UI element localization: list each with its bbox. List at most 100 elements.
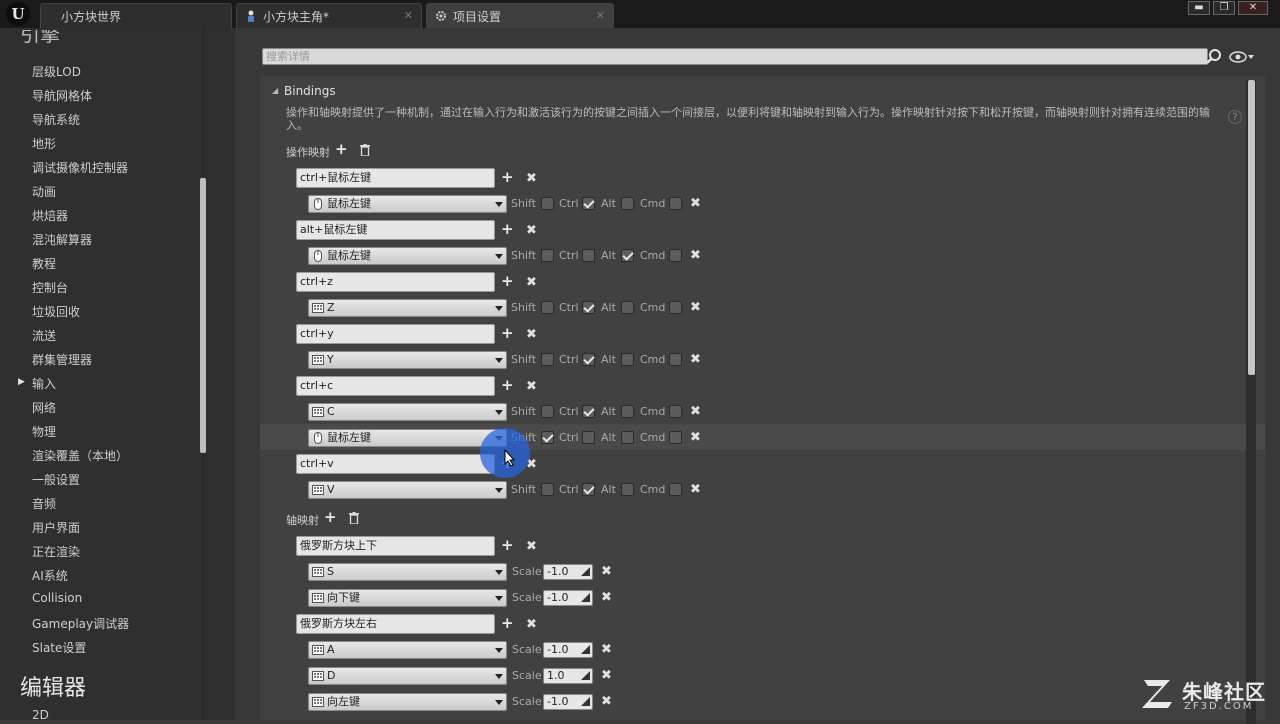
minimize-button[interactable]: ▬ xyxy=(1188,1,1210,15)
action-name-input[interactable]: ctrl+c xyxy=(296,376,495,396)
remove-action-button[interactable]: ✖ xyxy=(526,276,537,289)
tab-project-settings[interactable]: 项目设置 ✕ xyxy=(426,3,614,28)
remove-key-button[interactable]: ✖ xyxy=(690,249,701,262)
sidebar-item[interactable]: 一般设置 xyxy=(32,471,80,488)
shift-checkbox[interactable] xyxy=(541,353,554,366)
sidebar-item[interactable]: 垃圾回收 xyxy=(32,303,80,320)
cmd-checkbox[interactable] xyxy=(669,353,682,366)
search-details-input[interactable]: 搜索详情 xyxy=(262,48,1208,65)
sidebar-item[interactable]: 教程 xyxy=(32,255,56,272)
sidebar-item[interactable]: 混沌解算器 xyxy=(32,231,92,248)
cmd-checkbox[interactable] xyxy=(669,197,682,210)
alt-checkbox[interactable] xyxy=(621,197,634,210)
shift-checkbox[interactable] xyxy=(541,301,554,314)
action-name-input[interactable]: ctrl+v xyxy=(296,454,495,474)
key-selector[interactable]: C xyxy=(308,403,507,421)
sidebar-item[interactable]: Slate设置 xyxy=(32,639,86,656)
key-selector[interactable]: S xyxy=(308,563,507,581)
add-key-button[interactable]: + xyxy=(501,222,514,237)
sidebar-scrollbar[interactable] xyxy=(200,178,206,453)
remove-key-button[interactable]: ✖ xyxy=(601,591,612,604)
unreal-logo-icon[interactable]: U xyxy=(6,2,30,26)
sidebar-item[interactable]: 输入 xyxy=(32,375,56,392)
scale-input[interactable]: -1.0 xyxy=(543,564,593,580)
remove-action-button[interactable]: ✖ xyxy=(526,380,537,393)
ctrl-checkbox[interactable] xyxy=(582,353,595,366)
alt-checkbox[interactable] xyxy=(621,431,634,444)
remove-key-button[interactable]: ✖ xyxy=(601,669,612,682)
sidebar-item[interactable]: 音频 xyxy=(32,495,56,512)
scale-input[interactable]: -1.0 xyxy=(543,694,593,710)
add-action-mapping-button[interactable]: + xyxy=(335,142,348,157)
key-selector[interactable]: 向下键 xyxy=(308,589,507,607)
sidebar-item[interactable]: 渲染覆盖（本地） xyxy=(32,447,128,464)
alt-checkbox[interactable] xyxy=(621,353,634,366)
remove-action-button[interactable]: ✖ xyxy=(526,172,537,185)
shift-checkbox[interactable] xyxy=(541,431,554,444)
scale-input[interactable]: -1.0 xyxy=(543,642,593,658)
remove-action-button[interactable]: ✖ xyxy=(526,224,537,237)
sidebar-item[interactable]: 调试摄像机控制器 xyxy=(32,159,128,176)
sidebar-item[interactable]: 导航网格体 xyxy=(32,87,92,104)
sidebar-item[interactable]: 控制台 xyxy=(32,279,68,296)
remove-key-button[interactable]: ✖ xyxy=(690,197,701,210)
action-name-input[interactable]: ctrl+z xyxy=(296,272,495,292)
cmd-checkbox[interactable] xyxy=(669,405,682,418)
shift-checkbox[interactable] xyxy=(541,249,554,262)
key-selector[interactable]: D xyxy=(308,667,507,685)
maximize-button[interactable]: ❐ xyxy=(1213,1,1235,15)
sidebar-item[interactable]: 导航系统 xyxy=(32,111,80,128)
sidebar-item[interactable]: Gameplay调试器 xyxy=(32,615,129,632)
sidebar-item[interactable]: 动画 xyxy=(32,183,56,200)
tab-level[interactable]: 小方块世界 xyxy=(40,3,232,28)
action-name-input[interactable]: alt+鼠标左键 xyxy=(296,220,495,240)
close-icon[interactable]: ✕ xyxy=(596,9,605,22)
scale-input[interactable]: -1.0 xyxy=(543,590,593,606)
ctrl-checkbox[interactable] xyxy=(582,197,595,210)
shift-checkbox[interactable] xyxy=(541,483,554,496)
add-key-button[interactable]: + xyxy=(501,326,514,341)
trash-icon[interactable] xyxy=(349,512,359,524)
key-selector[interactable]: 鼠标左键 xyxy=(308,247,507,265)
remove-key-button[interactable]: ✖ xyxy=(690,353,701,366)
ctrl-checkbox[interactable] xyxy=(582,249,595,262)
sidebar-item[interactable]: 物理 xyxy=(32,423,56,440)
axis-name-input[interactable]: 俄罗斯方块左右 xyxy=(296,614,495,634)
remove-key-button[interactable]: ✖ xyxy=(601,643,612,656)
trash-icon[interactable] xyxy=(360,144,370,156)
sidebar-item[interactable]: 群集管理器 xyxy=(32,351,92,368)
details-scrollbar[interactable] xyxy=(1248,80,1255,375)
alt-checkbox[interactable] xyxy=(621,249,634,262)
alt-checkbox[interactable] xyxy=(621,301,634,314)
action-name-input[interactable]: ctrl+y xyxy=(296,324,495,344)
ctrl-checkbox[interactable] xyxy=(582,483,595,496)
sidebar-item[interactable]: 正在渲染 xyxy=(32,543,80,560)
cmd-checkbox[interactable] xyxy=(669,483,682,496)
sidebar-item[interactable]: 网络 xyxy=(32,399,56,416)
close-button[interactable]: ✕ xyxy=(1238,1,1268,15)
remove-key-button[interactable]: ✖ xyxy=(690,301,701,314)
key-selector[interactable]: A xyxy=(308,641,507,659)
sidebar-item[interactable]: AI系统 xyxy=(32,567,68,584)
ctrl-checkbox[interactable] xyxy=(582,301,595,314)
cmd-checkbox[interactable] xyxy=(669,431,682,444)
remove-axis-button[interactable]: ✖ xyxy=(526,540,537,553)
remove-key-button[interactable]: ✖ xyxy=(690,405,701,418)
sidebar-item[interactable]: 烘焙器 xyxy=(32,207,68,224)
add-key-button[interactable]: + xyxy=(501,616,514,631)
sidebar-item[interactable]: 流送 xyxy=(32,327,56,344)
key-selector[interactable]: V xyxy=(308,481,507,499)
help-icon[interactable]: ? xyxy=(1228,110,1242,124)
cmd-checkbox[interactable] xyxy=(669,249,682,262)
alt-checkbox[interactable] xyxy=(621,405,634,418)
shift-checkbox[interactable] xyxy=(541,197,554,210)
key-selector[interactable]: Y xyxy=(308,351,507,369)
add-key-button[interactable]: + xyxy=(501,538,514,553)
key-selector[interactable]: 向左键 xyxy=(308,693,507,711)
collapse-arrow-icon[interactable]: ◢ xyxy=(272,86,278,95)
remove-axis-button[interactable]: ✖ xyxy=(526,618,537,631)
sidebar-item[interactable]: Collision xyxy=(32,591,82,605)
sidebar-item[interactable]: 地形 xyxy=(32,135,56,152)
add-key-button[interactable]: + xyxy=(501,274,514,289)
scale-input[interactable]: 1.0 xyxy=(543,668,593,684)
